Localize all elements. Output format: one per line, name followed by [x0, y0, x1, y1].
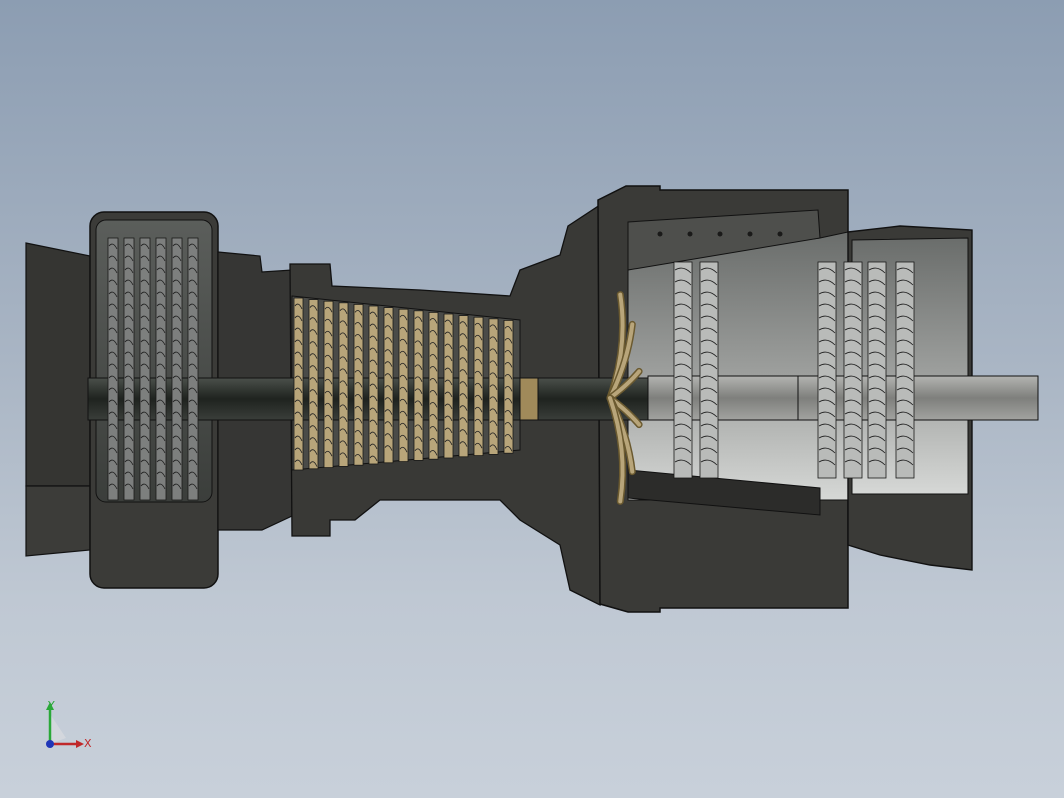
fan-blade [123, 237, 135, 501]
fan-blade [139, 237, 151, 501]
intake-cowl-lower [25, 485, 91, 557]
turbine-blade [699, 261, 719, 479]
turbine-blade [673, 261, 693, 479]
compressor-blade [383, 307, 394, 464]
main-shaft-turbine [647, 375, 799, 421]
fan-blade [171, 237, 183, 501]
turbine-blade [867, 261, 887, 479]
compressor-blade-stages [293, 297, 514, 471]
compressor-blade [293, 297, 304, 471]
intake-cowl [25, 242, 91, 487]
fan-blade [155, 237, 167, 501]
turbine-cavity [627, 231, 849, 501]
compressor-blade [353, 303, 364, 466]
jet-engine-section-view[interactable] [0, 0, 1064, 798]
graphics-viewport[interactable]: Y X [0, 0, 1064, 798]
main-shaft-front [87, 377, 521, 421]
turbine-blade [817, 261, 837, 479]
turbine-blade [843, 261, 863, 479]
turbine-blade [895, 261, 915, 479]
fan-blade [187, 237, 199, 501]
compressor-blade [308, 299, 319, 470]
x-axis-label: X [84, 737, 92, 750]
y-axis-label: Y [48, 699, 55, 712]
shaft-coupling [519, 377, 539, 421]
fan-blade [107, 237, 119, 501]
coordinate-triad: Y X [38, 698, 98, 758]
